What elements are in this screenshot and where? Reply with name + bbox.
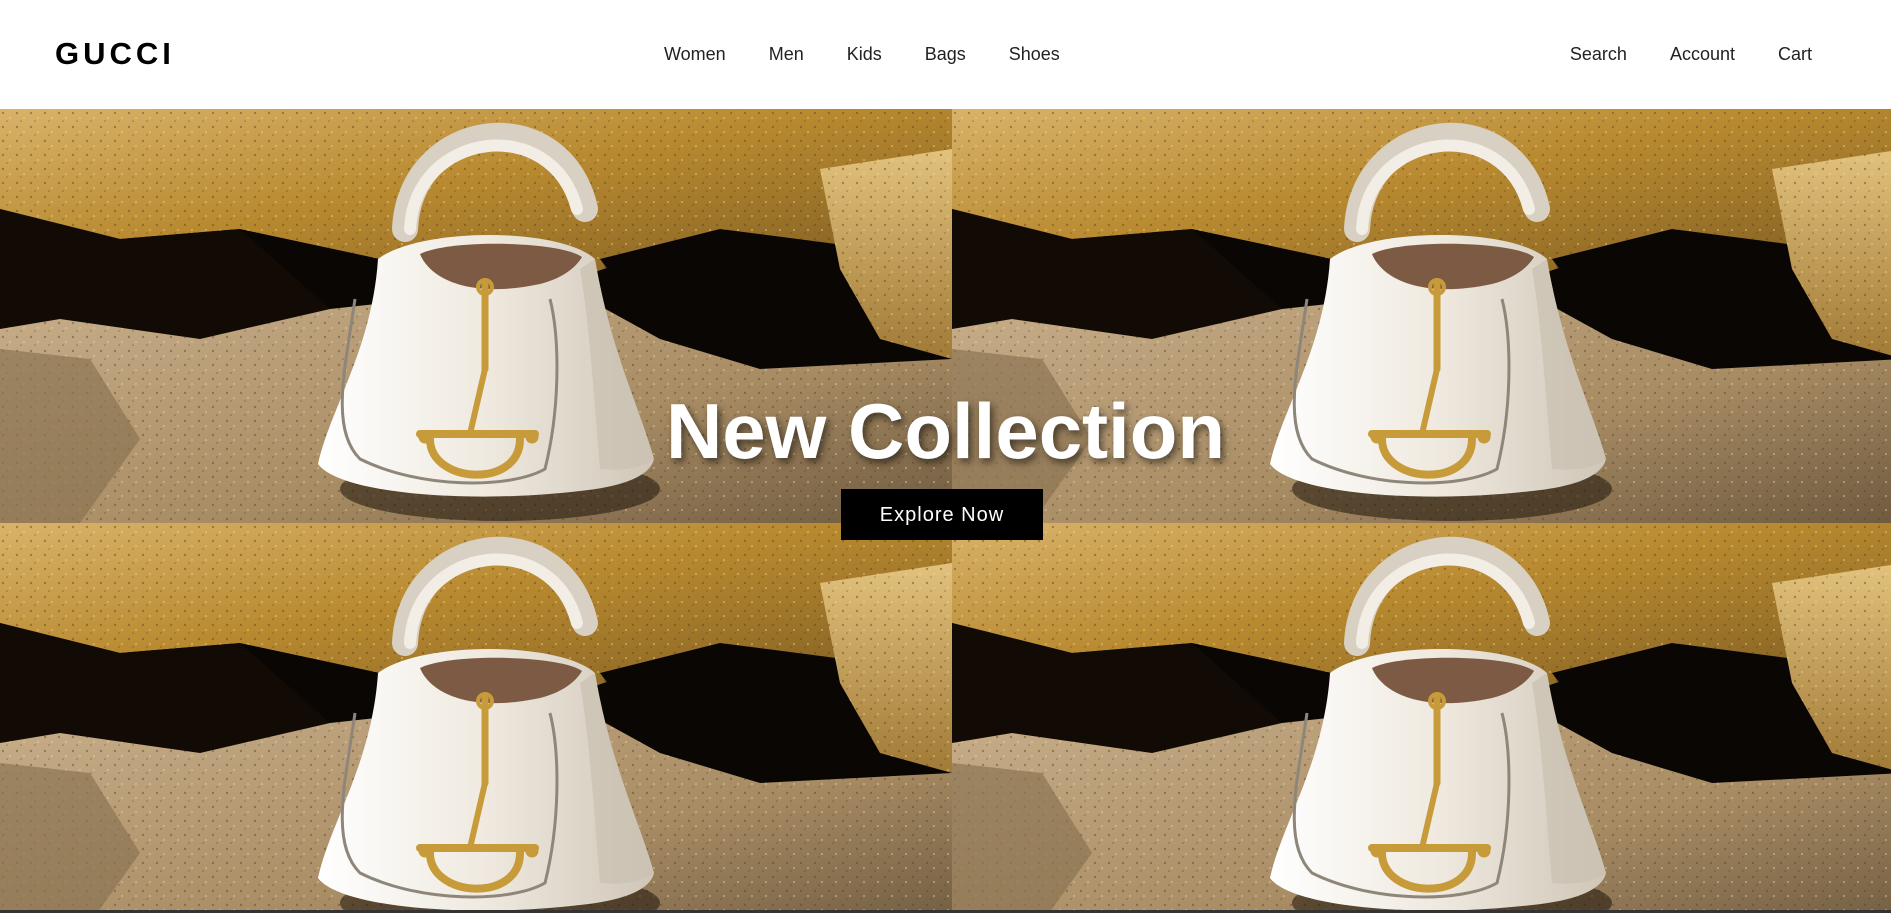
nav-link-men[interactable]: Men [769,43,804,65]
explore-now-button[interactable]: Explore Now [841,489,1043,540]
main-navigation: Women Men Kids Bags Shoes [664,43,1060,65]
handbag-on-rocks-image [0,523,952,910]
account-link[interactable]: Account [1670,43,1735,65]
hero-image-tile [952,523,1891,910]
search-link[interactable]: Search [1570,43,1627,65]
hero-image-tile [0,523,952,910]
brand-logo[interactable]: GUCCI [55,36,175,72]
handbag-on-rocks-image [952,523,1891,910]
cart-link[interactable]: Cart [1778,43,1812,65]
site-header: GUCCI Women Men Kids Bags Shoes Search A… [0,0,1891,109]
nav-link-shoes[interactable]: Shoes [1009,43,1060,65]
utility-navigation: Search Account Cart [1570,43,1812,65]
nav-link-bags[interactable]: Bags [925,43,966,65]
nav-link-women[interactable]: Women [664,43,726,65]
hero-title: New Collection [665,387,1226,475]
nav-link-kids[interactable]: Kids [847,43,882,65]
